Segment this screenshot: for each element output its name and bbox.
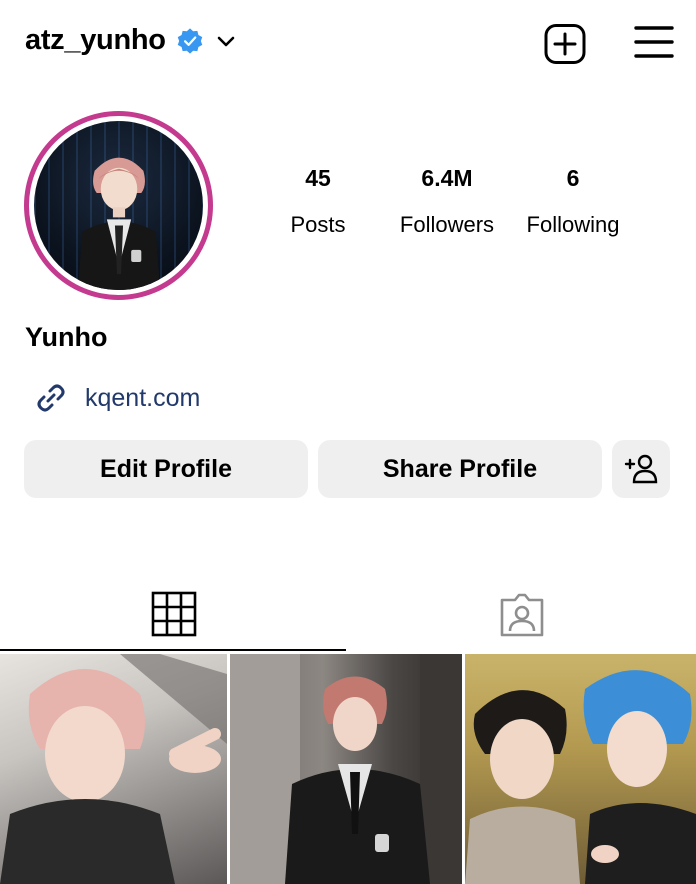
stat-posts[interactable]: 45 Posts bbox=[268, 160, 368, 238]
plus-square-icon[interactable] bbox=[543, 23, 587, 65]
hamburger-menu-icon[interactable] bbox=[634, 24, 674, 60]
display-name: Yunho bbox=[25, 322, 108, 352]
avatar-image bbox=[34, 121, 203, 290]
tagged-person-icon bbox=[500, 593, 544, 637]
post-image bbox=[0, 654, 227, 884]
following-label: Following bbox=[526, 212, 620, 237]
avatar-frame bbox=[29, 116, 208, 295]
add-person-icon bbox=[624, 454, 658, 484]
avatar-person-illustration bbox=[77, 157, 160, 290]
followers-count: 6.4M bbox=[421, 165, 473, 191]
post-thumbnail[interactable] bbox=[465, 654, 696, 884]
grid-icon bbox=[151, 591, 197, 637]
link-icon bbox=[37, 384, 65, 412]
link-text: kqent.com bbox=[85, 383, 201, 412]
username: atz_yunho bbox=[25, 24, 166, 56]
avatar[interactable] bbox=[24, 111, 213, 300]
stat-followers[interactable]: 6.4M Followers bbox=[382, 160, 512, 238]
stat-following[interactable]: 6 Following bbox=[518, 160, 628, 238]
post-thumbnail[interactable] bbox=[0, 654, 227, 884]
verified-badge-icon bbox=[177, 27, 202, 54]
posts-count: 45 bbox=[305, 165, 331, 191]
chevron-down-icon[interactable] bbox=[216, 31, 236, 51]
followers-label: Followers bbox=[399, 212, 495, 237]
tab-tagged[interactable] bbox=[348, 575, 696, 653]
posts-grid bbox=[0, 654, 696, 884]
posts-label: Posts bbox=[290, 212, 346, 237]
profile-header: atz_yunho bbox=[0, 0, 696, 88]
edit-profile-button[interactable]: Edit Profile bbox=[24, 440, 308, 498]
tab-grid[interactable] bbox=[0, 575, 348, 653]
following-count: 6 bbox=[566, 165, 580, 191]
account-switcher[interactable]: atz_yunho bbox=[25, 24, 236, 57]
active-tab-indicator bbox=[0, 649, 346, 651]
post-image bbox=[465, 670, 696, 884]
discover-people-button[interactable] bbox=[612, 440, 670, 498]
post-thumbnail[interactable] bbox=[230, 654, 462, 884]
share-profile-button[interactable]: Share Profile bbox=[318, 440, 602, 498]
bio-link[interactable]: kqent.com bbox=[33, 380, 200, 416]
profile-tabs bbox=[0, 575, 696, 653]
post-image bbox=[230, 654, 462, 884]
